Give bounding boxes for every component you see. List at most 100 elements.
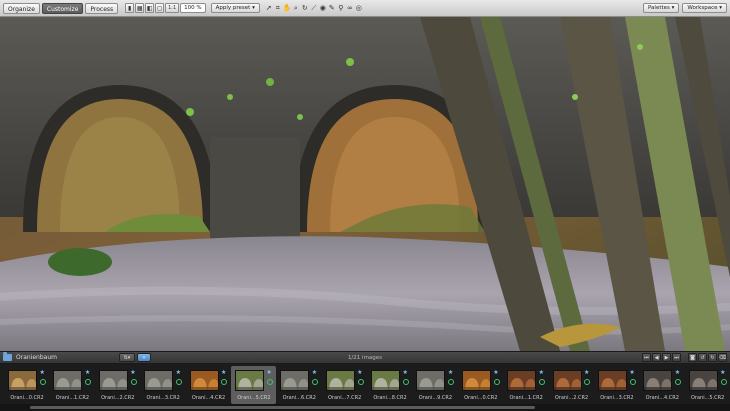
star-badge-icon: ★: [220, 369, 227, 376]
palettes-dropdown[interactable]: Palettes ▾: [642, 3, 680, 13]
filmstrip-item[interactable]: ★ Orani...3.CR2: [140, 366, 185, 404]
photo-bridge-forest: [0, 17, 730, 351]
tab-customize[interactable]: Customize: [41, 2, 84, 14]
star-badge-icon: ★: [266, 369, 272, 376]
thumbnail-label: Orani...8.CR2: [373, 395, 407, 401]
first-image-icon[interactable]: ⏮: [642, 353, 651, 362]
thumbnail-label: Orani...2.CR2: [554, 395, 589, 401]
thumbnail-label: Orani...2.CR2: [101, 395, 135, 401]
compare-icon[interactable]: ◧: [145, 3, 155, 13]
thumbnail-label: Orani...4.CR2: [191, 395, 226, 401]
star-badge-icon: ★: [720, 369, 726, 376]
filmstrip-item[interactable]: ★ Orani...2.CR2: [549, 366, 594, 404]
image-count: 1/21 images: [347, 355, 383, 361]
trash-icon[interactable]: ⌫: [718, 353, 727, 362]
filmstrip-item[interactable]: ★ Orani...2.CR2: [95, 366, 140, 404]
thumbnail-label: Orani...3.CR2: [600, 395, 634, 401]
hand-icon[interactable]: ✋: [283, 3, 292, 13]
filmstrip-item[interactable]: ★ Orani...6.CR2: [276, 366, 321, 404]
filmstrip-item[interactable]: ★ Orani...7.CR2: [322, 366, 367, 404]
thumbnail-label: Orani...9.CR2: [418, 395, 453, 401]
next-image-icon[interactable]: ▶: [662, 353, 671, 362]
camera-icon[interactable]: ◙: [688, 353, 697, 362]
thumbnail: [507, 370, 537, 391]
filmstrip-item[interactable]: ★ Orani...1.CR2: [503, 366, 548, 404]
thumbnail-label: Orani...5.CR2: [690, 395, 725, 401]
straighten-icon[interactable]: ⟋: [310, 3, 318, 13]
adjusted-badge-icon: [720, 379, 727, 385]
zoom-field[interactable]: 100 %: [180, 3, 206, 13]
rotate-icon[interactable]: ↻: [301, 3, 309, 13]
filmstrip-item[interactable]: ★ Orani...4.CR2: [186, 366, 231, 404]
scrollbar-thumb[interactable]: [30, 406, 535, 409]
browser-bar: Oranienbaum ⇅▾ ▾ 1/21 images ⏮ ◀ ▶ ⏭ ◙ ↺…: [0, 351, 730, 364]
filmstrip-item[interactable]: ★ Orani...5.CR2: [685, 366, 730, 404]
filmstrip-scrollbar[interactable]: [0, 404, 730, 411]
adjusted-badge-icon: [448, 379, 455, 385]
thumbnail-label: Orani...4.CR2: [645, 395, 679, 401]
filmstrip-item[interactable]: ★ Orani...4.CR2: [639, 366, 684, 404]
rotate-left-icon[interactable]: ↺: [698, 353, 707, 362]
folder-name[interactable]: Oranienbaum: [16, 354, 57, 361]
filmstrip-item[interactable]: ★ Orani...8.CR2: [367, 366, 412, 404]
chain-icon[interactable]: ∞: [346, 3, 354, 13]
thumbnail: [325, 370, 355, 391]
thumbnail-label: Orani...1.CR2: [55, 395, 90, 401]
thumbnail-label: Orani...3.CR2: [146, 395, 180, 401]
star-badge-icon: ★: [447, 369, 454, 376]
filmstrip-item[interactable]: ★ Orani...0.CR2: [4, 366, 49, 404]
rotate-right-icon[interactable]: ↻: [708, 353, 717, 362]
apply-preset-dropdown[interactable]: Apply preset ▾: [210, 3, 260, 13]
apply-preset-label: Apply preset: [215, 5, 251, 11]
image-viewer[interactable]: [0, 17, 730, 351]
spot-icon[interactable]: ◉: [319, 3, 327, 13]
thumbnail-label: Orani...1.CR2: [509, 395, 543, 401]
single-view-icon[interactable]: ▮: [125, 3, 135, 13]
thumbnail-label: Orani...6.CR2: [282, 395, 316, 401]
thumbnail: [552, 370, 582, 391]
app-window: Organize Customize Process ▮ ▦ ◧ ◻ 1:1 1…: [0, 0, 730, 411]
workspace-dropdown[interactable]: Workspace ▾: [682, 3, 727, 13]
star-badge-icon: ★: [175, 369, 181, 376]
last-image-icon[interactable]: ⏭: [672, 353, 681, 362]
zoom-icon[interactable]: ⌕: [292, 3, 300, 13]
tab-process[interactable]: Process: [85, 2, 119, 14]
brush-icon[interactable]: ✎: [328, 3, 336, 13]
crop-icon[interactable]: ⌗: [274, 3, 282, 13]
thumbnail: [597, 370, 627, 391]
adjusted-badge-icon: [221, 379, 228, 385]
multi-view-icon[interactable]: ▦: [135, 3, 145, 13]
filmstrip-item[interactable]: ★ Orani...0.CR2: [458, 366, 503, 404]
star-badge-icon: ★: [84, 369, 91, 376]
thumbnail: [688, 370, 718, 391]
thumbnail: [371, 370, 400, 391]
thumbnail: [416, 370, 446, 391]
filmstrip-item[interactable]: ★ Orani...1.CR2: [49, 366, 94, 404]
adjusted-badge-icon: [539, 379, 545, 385]
filter-dropdown[interactable]: ▾: [136, 353, 151, 362]
filmstrip-item[interactable]: ★ Orani...5.CR2: [230, 366, 276, 404]
sort-dropdown[interactable]: ⇅▾: [118, 353, 135, 362]
top-toolbar: Organize Customize Process ▮ ▦ ◧ ◻ 1:1 1…: [0, 0, 730, 17]
palettes-label: Palettes: [647, 5, 670, 11]
thumbnail-label: Orani...0.CR2: [464, 395, 498, 401]
star-badge-icon: ★: [583, 369, 590, 376]
adjusted-badge-icon: [176, 379, 182, 385]
filmstrip-item[interactable]: ★ Orani...3.CR2: [594, 366, 639, 404]
ratio-button[interactable]: 1:1: [165, 3, 180, 13]
eyedropper-icon[interactable]: ⚲: [337, 3, 345, 13]
filmstrip-item[interactable]: ★ Orani...9.CR2: [412, 366, 457, 404]
star-badge-icon: ★: [674, 369, 681, 376]
fit-icon[interactable]: ◻: [155, 3, 165, 13]
adjusted-badge-icon: [130, 379, 137, 385]
thumbnail: [53, 370, 83, 391]
folder-icon: [3, 352, 12, 361]
workspace-label: Workspace: [687, 5, 718, 11]
pointer-icon[interactable]: ➚: [265, 3, 273, 13]
tab-organize[interactable]: Organize: [3, 2, 40, 14]
adjusted-badge-icon: [675, 379, 682, 385]
adjusted-badge-icon: [39, 379, 46, 385]
prev-image-icon[interactable]: ◀: [652, 353, 661, 362]
thumbnail-label: Orani...5.CR2: [237, 395, 271, 401]
loupe-icon[interactable]: ◎: [355, 3, 363, 13]
